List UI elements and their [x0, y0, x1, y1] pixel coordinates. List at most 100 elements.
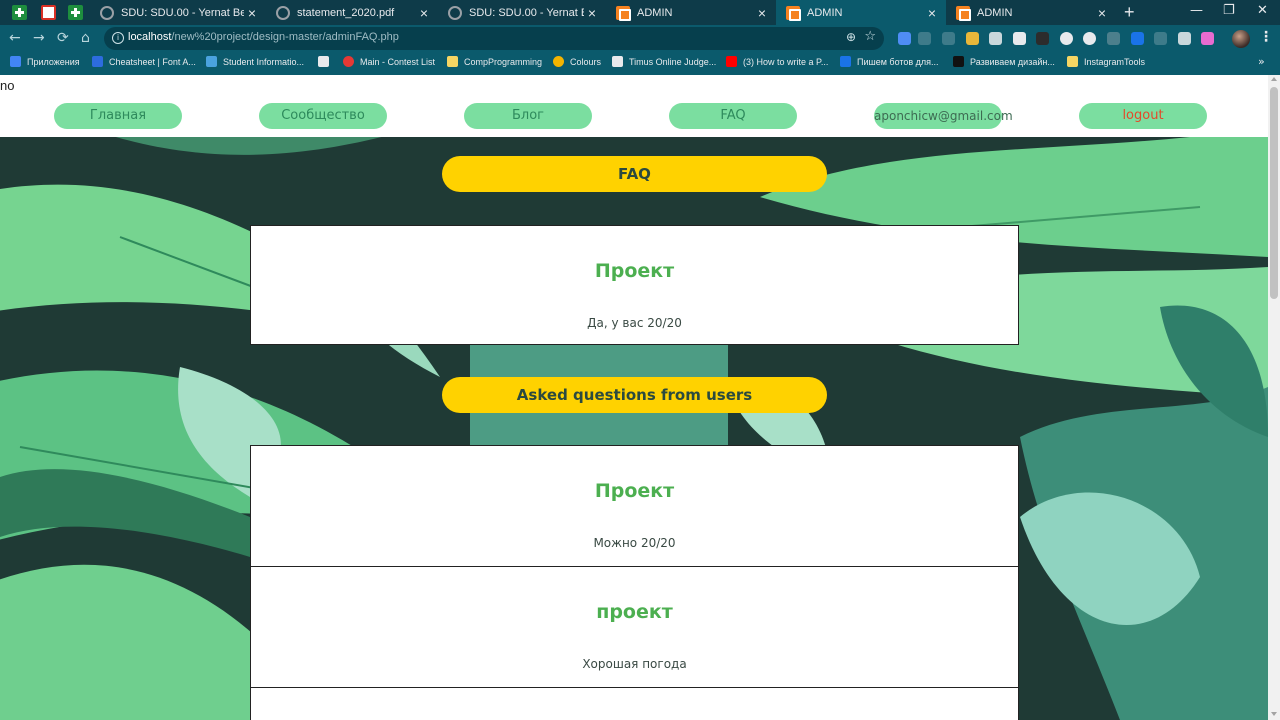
mail-icon: [612, 56, 623, 67]
bookmark-item[interactable]: Приложения: [10, 56, 80, 67]
extension-icon[interactable]: [1154, 32, 1167, 45]
asked-answer: Хорошая погода: [582, 657, 687, 671]
nav-user-email[interactable]: aponchicw@gmail.com: [874, 103, 1013, 129]
minimize-button[interactable]: —: [1190, 3, 1203, 18]
bookmark-item[interactable]: Развиваем дизайн...: [953, 56, 1055, 67]
site-info-icon[interactable]: i: [112, 32, 124, 44]
extension-icon[interactable]: [1201, 32, 1214, 45]
globe-icon: [448, 5, 462, 20]
sheets-pinned-tab-icon[interactable]: [68, 5, 83, 20]
admin-icon: [956, 5, 971, 21]
asked-question-card: Проект Можно 20/20: [250, 445, 1019, 567]
admin-icon: [616, 5, 631, 21]
browser-tab[interactable]: statement_2020.pdf ×: [266, 0, 438, 25]
tab-title: statement_2020.pdf: [297, 6, 395, 19]
close-tab-icon[interactable]: ×: [244, 5, 260, 21]
browser-tab[interactable]: SDU: SDU.00 - Yernat Bekzat, Al ×: [90, 0, 266, 25]
globe-icon: [100, 5, 114, 20]
asked-questions-banner: Asked questions from users: [442, 377, 827, 413]
faq-heading-banner: FAQ: [442, 156, 827, 192]
scroll-down-arrow-icon[interactable]: [1271, 712, 1277, 716]
extension-icon[interactable]: [942, 32, 955, 45]
extension-icon[interactable]: [1083, 32, 1096, 45]
address-bar[interactable]: i localhost/new%20project/design-master/…: [104, 27, 884, 50]
asked-question-card: проект Хорошая погода: [250, 566, 1019, 688]
close-tab-icon[interactable]: ×: [924, 5, 940, 21]
faq-card: Проект Да, у вас 20/20: [250, 225, 1019, 345]
profile-avatar[interactable]: [1232, 30, 1250, 48]
asked-question-card: [250, 687, 1019, 720]
nav-home-link[interactable]: Главная: [54, 103, 182, 129]
extension-icon[interactable]: [898, 32, 911, 45]
extension-icon[interactable]: [1131, 32, 1144, 45]
bookmark-item[interactable]: Timus Online Judge...: [612, 56, 716, 67]
close-tab-icon[interactable]: ×: [584, 5, 600, 21]
browser-tab[interactable]: ADMIN ×: [946, 0, 1116, 25]
folder-icon: [1067, 56, 1078, 67]
medium-icon: [953, 56, 964, 67]
bookmarks-bar: Приложения Cheatsheet | Font A... Studen…: [0, 53, 1280, 75]
extension-icon[interactable]: [1107, 32, 1120, 45]
bookmark-item[interactable]: (3) How to write a P...: [726, 56, 828, 67]
extension-icon[interactable]: [966, 32, 979, 45]
bookmark-item[interactable]: Student Informatio...: [206, 56, 304, 67]
scrollbar-thumb[interactable]: [1270, 87, 1278, 299]
bookmark-star-icon[interactable]: ☆: [864, 29, 876, 44]
new-tab-button[interactable]: +: [1124, 2, 1135, 23]
extension-icon[interactable]: [989, 32, 1002, 45]
close-tab-icon[interactable]: ×: [754, 5, 770, 21]
faq-question: Проект: [594, 260, 675, 282]
zoom-icon[interactable]: ⊕: [846, 30, 856, 44]
close-window-button[interactable]: ✕: [1257, 3, 1268, 18]
bookmark-item[interactable]: Cheatsheet | Font A...: [92, 56, 196, 67]
cloud-icon: [206, 56, 217, 67]
browser-menu-icon[interactable]: ⋮: [1259, 29, 1273, 45]
bookmark-item[interactable]: CompProgramming: [447, 56, 542, 67]
folder-icon: [447, 56, 458, 67]
extension-icon[interactable]: [1013, 32, 1026, 45]
sheets-pinned-tab-icon[interactable]: [12, 5, 27, 20]
admin-icon: [786, 5, 801, 21]
bookmarks-overflow-icon[interactable]: »: [1258, 55, 1265, 68]
contest-icon: [343, 56, 354, 67]
nav-faq-link[interactable]: FAQ: [669, 103, 797, 129]
forward-arrow-icon[interactable]: →: [33, 30, 45, 46]
reload-icon[interactable]: ⟳: [57, 30, 69, 46]
extension-icon[interactable]: [1036, 32, 1049, 45]
page-viewport: no Главная Сообщество Блог FAQ aponchicw…: [0, 75, 1268, 720]
tab-title: SDU: SDU.00 - Yernat Bekzat, Al: [121, 6, 244, 19]
tab-title: ADMIN: [637, 6, 673, 19]
browser-tab[interactable]: ADMIN ×: [606, 0, 776, 25]
faq-answer: Да, у вас 20/20: [587, 316, 682, 330]
nav-blog-link[interactable]: Блог: [464, 103, 592, 129]
extension-icon[interactable]: [1178, 32, 1191, 45]
asked-question: Проект: [594, 480, 675, 502]
maximize-button[interactable]: ❐: [1223, 3, 1235, 18]
bookmark-item[interactable]: Main - Contest List: [343, 56, 435, 67]
nav-community-link[interactable]: Сообщество: [259, 103, 387, 129]
browser-tab[interactable]: SDU: SDU.00 - Yernat Bekzat, Al ×: [438, 0, 606, 25]
logout-button[interactable]: logout: [1079, 103, 1207, 129]
bookmark-item[interactable]: [318, 56, 335, 67]
apps-grid-icon: [10, 56, 21, 67]
back-arrow-icon[interactable]: ←: [9, 30, 21, 46]
browser-tabstrip: SDU: SDU.00 - Yernat Bekzat, Al × statem…: [0, 0, 1280, 25]
tab-title: SDU: SDU.00 - Yernat Bekzat, Al: [469, 6, 584, 19]
home-icon[interactable]: ⌂: [81, 30, 90, 46]
bookmark-item[interactable]: Colours: [553, 56, 601, 67]
mail-pinned-tab-icon[interactable]: [41, 5, 56, 20]
close-tab-icon[interactable]: ×: [416, 5, 432, 21]
browser-tab-active[interactable]: ADMIN ×: [776, 0, 946, 25]
scroll-up-arrow-icon[interactable]: [1271, 77, 1277, 81]
bookmark-item[interactable]: InstagramTools: [1067, 56, 1145, 67]
bookmark-icon: [318, 56, 329, 67]
site-navigation: no Главная Сообщество Блог FAQ aponchicw…: [0, 75, 1268, 137]
url-text[interactable]: localhost/new%20project/design-master/ad…: [128, 31, 399, 43]
close-tab-icon[interactable]: ×: [1094, 5, 1110, 21]
page-scrollbar[interactable]: [1268, 75, 1280, 720]
extension-icon[interactable]: [918, 32, 931, 45]
extension-icon[interactable]: [1060, 32, 1073, 45]
palette-icon: [553, 56, 564, 67]
asked-answer: Можно 20/20: [593, 536, 676, 550]
bookmark-item[interactable]: Пишем ботов для...: [840, 56, 939, 67]
